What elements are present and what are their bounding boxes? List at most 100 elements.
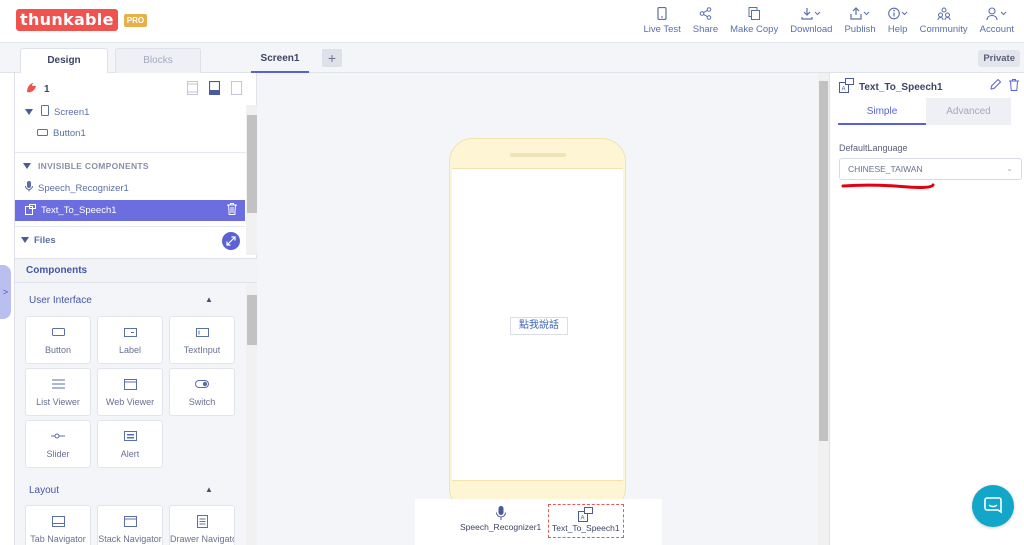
tree-item-screen1[interactable]: Screen1 (25, 102, 89, 122)
publish-icon (850, 4, 870, 22)
files-section-header[interactable]: Files (15, 226, 245, 254)
stack-navigator-icon (123, 514, 137, 528)
canvas-item-label: Text_To_Speech1 (552, 523, 620, 533)
slider-icon (51, 429, 65, 443)
help-icon (887, 4, 908, 22)
phone-preview: 點我說話 (449, 138, 626, 512)
scrollbar-thumb[interactable] (247, 295, 257, 345)
scrollbar-thumb[interactable] (247, 115, 257, 213)
palette-label: Switch (188, 397, 216, 407)
nav-share[interactable]: Share (693, 4, 718, 35)
microphone-icon (495, 504, 506, 522)
switch-icon (195, 377, 209, 391)
palette-label: Drawer Navigator (170, 534, 234, 544)
palette-list-viewer[interactable]: List Viewer (25, 368, 91, 416)
button-icon (51, 325, 65, 339)
chat-support-button[interactable] (972, 485, 1014, 527)
caret-up-icon[interactable]: ▲ (205, 295, 213, 304)
nav-help[interactable]: Help (887, 4, 908, 35)
nav-label: Account (979, 24, 1014, 35)
microphone-icon (25, 181, 33, 195)
palette-textinput[interactable]: TextInput (169, 316, 235, 364)
canvas-text-to-speech[interactable]: A Text_To_Speech1 (548, 504, 624, 538)
component-actions (982, 78, 1019, 94)
tab-navigator-icon (51, 514, 65, 528)
web-icon (123, 377, 137, 391)
pencil-icon[interactable] (990, 78, 1002, 94)
nav-label: Make Copy (730, 24, 779, 35)
nav-publish[interactable]: Publish (844, 4, 876, 35)
text-to-speech-icon (25, 203, 36, 218)
palette-switch[interactable]: Switch (169, 368, 235, 416)
drawer-navigator-icon (196, 514, 208, 528)
nav-label: Share (692, 24, 719, 35)
canvas-scrollbar[interactable] (818, 73, 829, 545)
palette-label: Alert (120, 449, 140, 459)
canvas-item-label: Speech_Recognizer1 (460, 522, 542, 532)
nav-download[interactable]: Download (790, 4, 832, 35)
collapse-panel-handle[interactable]: > (0, 265, 11, 319)
palette-web-viewer[interactable]: Web Viewer (97, 368, 163, 416)
list-icon (51, 377, 65, 391)
tree-item-text-to-speech[interactable]: Text_To_Speech1 (15, 200, 245, 221)
palette-tab-navigator[interactable]: Tab Navigator (25, 505, 91, 545)
palette-label: Tab Navigator (30, 534, 86, 544)
tree-item-label: Text_To_Speech1 (41, 205, 117, 216)
nav-label: Community (919, 24, 968, 35)
phone-screen[interactable]: 點我說話 (452, 168, 623, 481)
palette-label: Stack Navigator (98, 534, 162, 544)
tab-design[interactable]: Design (20, 48, 108, 73)
screen-icon (41, 105, 49, 119)
nav-live-test[interactable]: Live Test (643, 4, 681, 35)
nav-label: Live Test (643, 24, 681, 35)
palette-button[interactable]: Button (25, 316, 91, 364)
tree-item-label: Speech_Recognizer1 (38, 182, 129, 194)
textinput-icon (195, 325, 209, 339)
pro-badge: PRO (123, 13, 148, 27)
small-phone-size-icon[interactable] (231, 81, 242, 98)
app-button-talk[interactable]: 點我說話 (510, 317, 568, 335)
palette-label: Button (44, 345, 72, 355)
canvas-speech-recognizer[interactable]: Speech_Recognizer1 (460, 504, 541, 538)
tree-item-label: Screen1 (54, 106, 90, 118)
palette-label-component[interactable]: Label (97, 316, 163, 364)
text-to-speech-icon: A (839, 78, 854, 96)
palette-alert[interactable]: Alert (97, 420, 163, 468)
phone-size-icon[interactable] (208, 80, 221, 98)
expand-icon[interactable] (222, 232, 240, 250)
private-badge[interactable]: Private (978, 50, 1020, 67)
invisible-components-header[interactable]: INVISIBLE COMPONENTS (23, 158, 243, 174)
thunkable-logo[interactable]: thunkable PRO (16, 8, 148, 32)
trash-icon[interactable] (227, 203, 237, 218)
palette-drawer-navigator[interactable]: Drawer Navigator (169, 505, 235, 545)
palette-slider[interactable]: Slider (25, 420, 91, 468)
tab-screen1[interactable]: Screen1 (251, 49, 309, 73)
palette-label: TextInput (183, 345, 221, 355)
tab-advanced[interactable]: Advanced (926, 98, 1011, 125)
default-language-select[interactable]: CHINESE_TAIWAN ⌄ (839, 158, 1022, 180)
nav-community[interactable]: Community (920, 4, 968, 35)
nav-label: Help (887, 24, 908, 35)
add-screen-button[interactable]: + (322, 49, 342, 67)
palette-stack-navigator[interactable]: Stack Navigator (97, 505, 163, 545)
group-user-interface[interactable]: User Interface (29, 295, 92, 306)
trash-icon[interactable] (1009, 79, 1019, 94)
tab-simple[interactable]: Simple (838, 98, 926, 125)
phone-speaker (510, 153, 566, 157)
caret-up-icon[interactable]: ▲ (205, 485, 213, 494)
left-panel: 1 Screen1 Button1 INVISIBLE COMPONENTS S… (14, 73, 258, 545)
nav-label: Download (790, 24, 833, 35)
nav-make-copy[interactable]: Make Copy (730, 4, 778, 35)
group-layout[interactable]: Layout (29, 485, 59, 496)
tablet-size-icon[interactable] (187, 81, 198, 98)
community-icon (937, 4, 951, 22)
tree-item-speech-recognizer[interactable]: Speech_Recognizer1 (25, 178, 129, 198)
tree-item-button1[interactable]: Button1 (37, 123, 86, 143)
editor-tab-row: Design Blocks Screen1 + Private (0, 43, 1024, 73)
properties-header: A Text_To_Speech1 (839, 77, 1019, 97)
nav-account[interactable]: Account (980, 4, 1014, 35)
palette-label: Slider (46, 449, 70, 459)
scrollbar-thumb[interactable] (819, 81, 828, 441)
tab-blocks[interactable]: Blocks (115, 48, 201, 73)
alert-icon (123, 429, 137, 443)
